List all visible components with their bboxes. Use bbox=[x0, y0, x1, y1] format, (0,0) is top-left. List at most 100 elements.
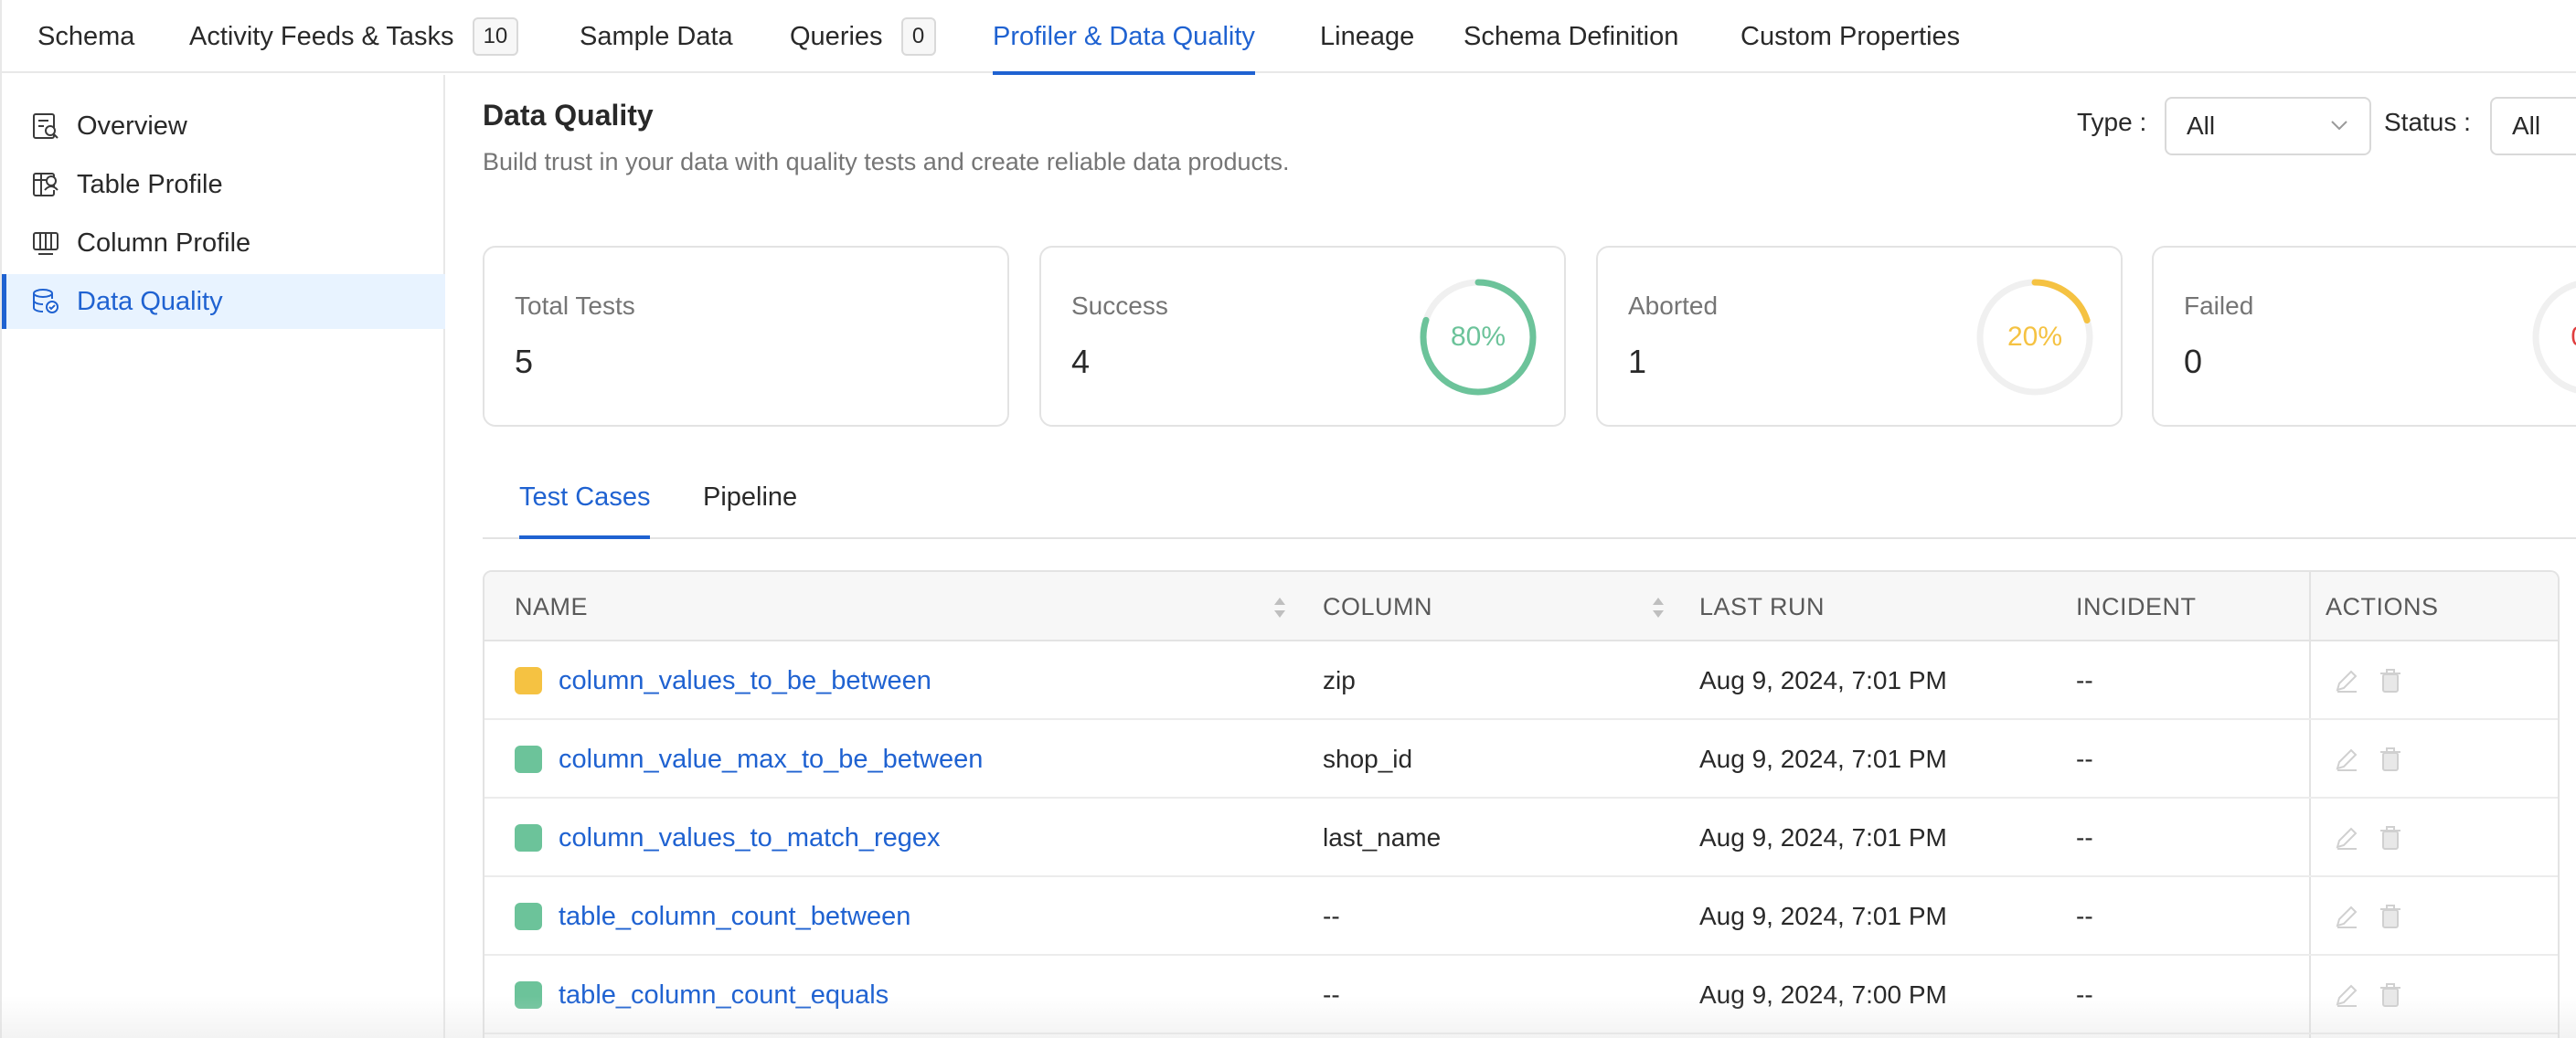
sidebar-item-data-quality[interactable]: Data Quality bbox=[2, 274, 445, 329]
tab-lineage[interactable]: Lineage bbox=[1320, 0, 1414, 73]
tab-label: Schema Definition bbox=[1464, 21, 1679, 51]
test-case-link[interactable]: column_values_to_be_between bbox=[559, 666, 931, 696]
column-profile-icon bbox=[33, 232, 59, 255]
status-indicator bbox=[515, 981, 542, 1009]
column-header-incident: INCIDENT bbox=[2076, 592, 2197, 620]
column-header-name[interactable]: NAME bbox=[515, 572, 588, 641]
tab-activity-feeds[interactable]: Activity Feeds & Tasks 10 bbox=[189, 0, 519, 73]
type-filter-select[interactable]: All bbox=[2165, 97, 2371, 155]
tab-label: Lineage bbox=[1320, 21, 1415, 51]
status-indicator bbox=[515, 824, 542, 852]
status-indicator bbox=[515, 903, 542, 930]
overview-icon bbox=[33, 113, 59, 139]
failed-percent: 0% bbox=[2530, 277, 2576, 397]
edit-icon[interactable] bbox=[2333, 903, 2360, 930]
delete-icon[interactable] bbox=[2377, 981, 2404, 1009]
table-row: table_column_count_equals -- Aug 9, 2024, … bbox=[484, 956, 2558, 1034]
sort-icon[interactable] bbox=[1651, 596, 1666, 620]
chevron-down-icon bbox=[2331, 121, 2347, 131]
delete-icon[interactable] bbox=[2377, 903, 2404, 930]
success-donut: 80% bbox=[1418, 277, 1538, 397]
status-indicator bbox=[515, 746, 542, 773]
column-cell: shop_id bbox=[1323, 745, 1413, 773]
incident-cell: -- bbox=[2076, 980, 2093, 1009]
tab-schema[interactable]: Schema bbox=[37, 0, 134, 73]
card-label: Success bbox=[1071, 291, 1168, 320]
tab-queries[interactable]: Queries 0 bbox=[790, 0, 936, 73]
count-badge: 0 bbox=[900, 17, 936, 56]
card-value: 5 bbox=[515, 343, 534, 380]
tab-pipeline[interactable]: Pipeline bbox=[703, 482, 797, 513]
card-value: 1 bbox=[1628, 343, 1647, 380]
last-run-cell: Aug 9, 2024, 7:01 PM bbox=[1699, 666, 1947, 694]
tab-label: Queries bbox=[790, 21, 883, 51]
tab-label: Profiler & Data Quality bbox=[993, 21, 1255, 51]
success-percent: 80% bbox=[1450, 322, 1506, 352]
edit-icon[interactable] bbox=[2333, 667, 2360, 694]
status-indicator bbox=[515, 667, 542, 694]
test-cases-table: NAME COLUMN LAST RUN INCIDENT ACTIONS co… bbox=[483, 570, 2560, 1038]
column-header-column[interactable]: COLUMN bbox=[1323, 572, 1432, 641]
column-header-actions: ACTIONS bbox=[2326, 592, 2439, 620]
sort-icon[interactable] bbox=[1272, 596, 1287, 620]
aborted-percent: 20% bbox=[2007, 322, 2063, 352]
count-badge: 10 bbox=[472, 17, 519, 56]
sidebar-item-column-profile[interactable]: Column Profile bbox=[2, 216, 445, 270]
failed-donut: 0% bbox=[2530, 277, 2576, 397]
last-run-cell: Aug 9, 2024, 7:01 PM bbox=[1699, 745, 1947, 773]
table-row: column_values_to_be_between zip Aug 9, 202… bbox=[484, 641, 2558, 720]
tab-profiler-data-quality[interactable]: Profiler & Data Quality bbox=[993, 0, 1255, 75]
actions-cell bbox=[2333, 956, 2421, 1034]
selected-value: All bbox=[2512, 111, 2541, 140]
test-case-link[interactable]: table_column_count_equals bbox=[559, 980, 889, 1011]
selected-value: All bbox=[2187, 111, 2216, 140]
table-row: column_value_max_to_be_between shop_id Aug… bbox=[484, 720, 2558, 799]
data-quality-tabs: Test Cases Pipeline bbox=[483, 471, 2576, 539]
tab-label: Sample Data bbox=[580, 21, 733, 51]
name-cell: table_column_count_between bbox=[515, 877, 910, 956]
page-subtitle: Build trust in your data with quality te… bbox=[483, 148, 1290, 175]
delete-icon[interactable] bbox=[2377, 824, 2404, 852]
sidebar-item-label: Table Profile bbox=[77, 169, 223, 199]
tab-sample-data[interactable]: Sample Data bbox=[580, 0, 733, 73]
last-run-cell: Aug 9, 2024, 7:00 PM bbox=[1699, 980, 1947, 1009]
tab-test-cases[interactable]: Test Cases bbox=[519, 482, 651, 539]
table-profile-icon bbox=[33, 173, 59, 196]
aborted-donut: 20% bbox=[1975, 277, 2095, 397]
card-label: Aborted bbox=[1628, 291, 1719, 320]
test-case-link[interactable]: column_value_max_to_be_between bbox=[559, 745, 983, 775]
card-value: 4 bbox=[1071, 343, 1091, 380]
delete-icon[interactable] bbox=[2377, 667, 2404, 694]
actions-cell bbox=[2333, 799, 2421, 877]
tab-custom-properties[interactable]: Custom Properties bbox=[1740, 0, 1960, 73]
table-header: NAME COLUMN LAST RUN INCIDENT ACTIONS bbox=[484, 572, 2558, 641]
last-run-cell: Aug 9, 2024, 7:01 PM bbox=[1699, 823, 1947, 852]
actions-cell bbox=[2333, 641, 2421, 720]
actions-cell bbox=[2333, 877, 2421, 956]
delete-icon[interactable] bbox=[2377, 746, 2404, 773]
column-cell: -- bbox=[1323, 980, 1340, 1009]
type-filter-label: Type : bbox=[2077, 108, 2147, 136]
card-label: Failed bbox=[2184, 291, 2254, 320]
incident-cell: -- bbox=[2076, 902, 2093, 930]
sidebar-item-table-profile[interactable]: Table Profile bbox=[2, 157, 445, 212]
test-case-link[interactable]: table_column_count_between bbox=[559, 902, 910, 932]
edit-icon[interactable] bbox=[2333, 981, 2360, 1009]
tab-schema-definition[interactable]: Schema Definition bbox=[1464, 0, 1678, 73]
status-filter-select[interactable]: All bbox=[2490, 97, 2576, 155]
incident-cell: -- bbox=[2076, 745, 2093, 773]
profiler-sidebar: Overview Table Profile Column Profile Da… bbox=[0, 75, 445, 1038]
name-cell: table_column_count_equals bbox=[515, 956, 889, 1034]
edit-icon[interactable] bbox=[2333, 824, 2360, 852]
test-case-link[interactable]: column_values_to_match_regex bbox=[559, 823, 941, 853]
failed-card: Failed 0 0% bbox=[2152, 246, 2576, 427]
column-cell: -- bbox=[1323, 902, 1340, 930]
table-row: table_column_count_between -- Aug 9, 2024,… bbox=[484, 877, 2558, 956]
status-filter-label: Status : bbox=[2384, 108, 2471, 136]
sidebar-item-label: Overview bbox=[77, 111, 187, 141]
name-cell: column_value_max_to_be_between bbox=[515, 720, 983, 799]
edit-icon[interactable] bbox=[2333, 746, 2360, 773]
aborted-card: Aborted 1 20% bbox=[1596, 246, 2123, 427]
sidebar-item-label: Data Quality bbox=[77, 286, 223, 316]
sidebar-item-overview[interactable]: Overview bbox=[2, 99, 445, 154]
